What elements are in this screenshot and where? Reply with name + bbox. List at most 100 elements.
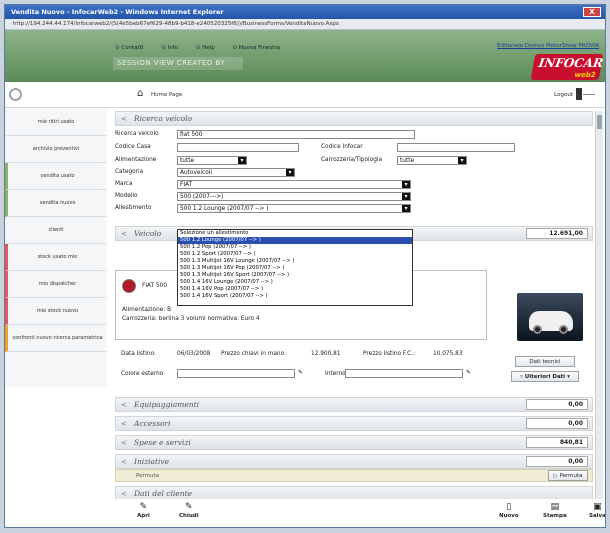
editorial-link[interactable]: Editoriale Domus MotorShow PROVIA (497, 43, 599, 49)
sidebar-item-archivio-preventivi[interactable]: archivio preventivi (5, 136, 107, 163)
veicolo-carrozzeria: Carrozzeria: berlina 3 volumi normativa:… (122, 316, 260, 322)
data-listino-label: Data listino: (121, 351, 156, 357)
logout-door-icon[interactable] (576, 88, 582, 100)
collapse-icon[interactable]: < (121, 398, 127, 412)
collapse-icon[interactable]: < (121, 455, 127, 469)
sidebar: mie ritiri usato archivio preventivi ven… (5, 109, 107, 387)
dropdown-option[interactable]: 500 1.3 Multijet 16V Lounge (2007/07 -->… (178, 258, 412, 265)
prezzo-fc-label: Prezzo listino F.C.: (363, 351, 415, 357)
categoria-select[interactable]: Autoveicoli (177, 168, 295, 177)
info-link[interactable]: ⊙ Info (161, 45, 186, 51)
dati-cliente-section-header[interactable]: < Dati del cliente (115, 486, 593, 499)
collapse-icon[interactable]: < (121, 417, 127, 431)
contatti-link[interactable]: ⊙ ContattI (115, 45, 152, 51)
sidebar-item-clienti[interactable]: clienti (5, 217, 107, 244)
spese-servizi-section-header[interactable]: < Spese e servizi 840,81 (115, 435, 593, 450)
salva-button[interactable]: ▣ Salva (589, 501, 605, 519)
session-label: SESSION VIEW CREATED BY (113, 57, 243, 70)
section-value: 0,00 (526, 399, 588, 410)
vertical-scrollbar[interactable] (595, 111, 603, 499)
categoria-label: Categoria (115, 169, 144, 175)
collapse-icon[interactable]: < (121, 227, 127, 241)
accessori-section-header[interactable]: < Accessori 0,00 (115, 416, 593, 431)
dropdown-option[interactable]: 500 1.4 16V Sport (2007/07 --> ) (178, 293, 412, 300)
pencil-icon: ✎ (185, 502, 193, 512)
top-links: ⊙ ContattI ⊙ Info ⊙ Help ⊙ Nuova Finestr… (115, 45, 296, 51)
allestimento-dropdown-list[interactable]: Selezione un allestimento 500 1.2 Lounge… (177, 229, 413, 306)
collapse-icon[interactable]: < (121, 487, 127, 499)
alimentazione-select[interactable]: tutte (177, 156, 247, 165)
ricerca-input[interactable]: fiat 500 (177, 130, 415, 139)
dati-tecnici-button[interactable]: Dati tecnici (515, 356, 575, 367)
apri-button[interactable]: ✎ Apri (137, 501, 150, 519)
iniziative-section-header[interactable]: < Iniziative 0,00 (115, 454, 593, 469)
sidebar-item-confronti[interactable]: confronti nuovo ricerca parametrica (5, 325, 107, 352)
interno-picker-icon[interactable]: ✎ (466, 370, 471, 376)
car-wheel (533, 325, 542, 334)
car-photo (517, 293, 583, 341)
save-icon: ▣ (593, 502, 602, 512)
home-page-link[interactable]: Home Page (151, 92, 182, 98)
help-link[interactable]: ⊙ Help (196, 45, 223, 51)
carrozzeria-select[interactable]: tutte (397, 156, 467, 165)
equipaggiamenti-section-header[interactable]: < Equipaggiamenti 0,00 (115, 397, 593, 412)
chiudi-button[interactable]: ✎ Chiudi (179, 501, 199, 519)
allestimento-select[interactable]: 500 1.2 Lounge (2007/07 --> ) (177, 204, 411, 213)
scrollbar-thumb[interactable] (597, 115, 602, 129)
logout-link[interactable]: Logout (554, 92, 573, 98)
marca-select[interactable]: FIAT (177, 180, 411, 189)
sidebar-item-ritiri-usato[interactable]: mie ritiri usato (5, 109, 107, 136)
dropdown-option[interactable]: 500 1.2 Sport (2007/07 --> ) (178, 251, 412, 258)
codice-casa-input[interactable] (177, 143, 299, 152)
sidebar-item-vendita-nuovo[interactable]: vendita nuovo (5, 190, 107, 217)
codice-infocar-input[interactable] (397, 143, 515, 152)
modello-label: Modello (115, 193, 138, 199)
collapse-icon[interactable]: < (121, 436, 127, 450)
dropdown-option[interactable]: 500 1.3 Multijet 16V Pop (2007/07 --> ) (178, 265, 412, 272)
collapse-icon[interactable]: < (121, 112, 127, 126)
permuta-label: Permuta (136, 473, 160, 479)
dropdown-option[interactable]: Selezione un allestimento (178, 230, 412, 237)
veicolo-alimentazione: Alimentazione: B (122, 307, 172, 313)
browser-window: Vendita Nuovo - InfocarWeb2 - Windows In… (4, 4, 606, 528)
dropdown-option-selected[interactable]: 500 1.2 Lounge (2007/07 --> ) (178, 237, 412, 244)
interno-label: Interno (325, 371, 346, 377)
dropdown-option[interactable]: 500 1.4 16V Lounge (2007/07 --> ) (178, 279, 412, 286)
header-banner: ⊙ ContattI ⊙ Info ⊙ Help ⊙ Nuova Finestr… (5, 30, 605, 82)
close-window-button[interactable]: X (583, 7, 601, 17)
sidebar-item-vendita-usato[interactable]: vendita usato (5, 163, 107, 190)
dropdown-option[interactable]: 500 1.3 Multijet 16V Sport (2007/07 --> … (178, 272, 412, 279)
printer-icon: ▤ (550, 502, 560, 512)
infocar-logo: INFOCAR web2 (530, 54, 605, 80)
logo-main: INFOCAR (537, 56, 605, 70)
nav-bar: ⌂ Home Page Logout (5, 82, 605, 108)
new-window-link[interactable]: ⊙ Nuova Finestra (232, 45, 288, 51)
carrozzeria-label: Carrozzeria/Tipologia (321, 157, 383, 163)
address-bar[interactable]: http://194.244.44.174/infocarweb2/(S(4e5… (5, 19, 605, 30)
ricerca-label: Ricerca veicolo (115, 131, 159, 137)
window-title: Vendita Nuovo - InfocarWeb2 - Windows In… (11, 8, 224, 16)
stampa-button[interactable]: ▤ Stampa (543, 501, 567, 519)
sidebar-item-stock-usato[interactable]: stock usato mio (5, 244, 107, 271)
sidebar-item-dispatcher[interactable]: mio dispatcher (5, 271, 107, 298)
dropdown-option[interactable]: 500 1.2 Pop (2007/07 --> ) (178, 244, 412, 251)
data-listino-value: 06/03/2008 (177, 351, 211, 357)
nuovo-button[interactable]: ▯ Nuovo (499, 501, 519, 519)
home-icon[interactable]: ⌂ (137, 88, 143, 99)
car-wheel (559, 325, 568, 334)
colore-picker-icon[interactable]: ✎ (298, 370, 303, 376)
colore-esterno-input[interactable] (177, 369, 295, 378)
dropdown-option[interactable]: 500 1.4 16V Pop (2007/07 --> ) (178, 286, 412, 293)
marca-label: Marca (115, 181, 133, 187)
fiat-logo-icon (122, 279, 136, 293)
sidebar-item-stock-nuovo[interactable]: mie stock nuovo (5, 298, 107, 325)
interno-input[interactable] (345, 369, 463, 378)
ricerca-section-header[interactable]: < Ricerca veicolo (115, 111, 593, 126)
modello-select[interactable]: 500 (2007--->) (177, 192, 411, 201)
alimentazione-label: Alimentazione (115, 157, 157, 163)
ulteriori-dati-button[interactable]: ▿ Ulteriori Dati ▾ (511, 371, 579, 382)
back-circle-icon[interactable] (9, 88, 22, 101)
codice-infocar-label: Codice Infocar (321, 144, 363, 150)
permuta-button[interactable]: ▷ Permuta (548, 470, 588, 481)
veicolo-name: FIAT 500 (142, 283, 168, 289)
